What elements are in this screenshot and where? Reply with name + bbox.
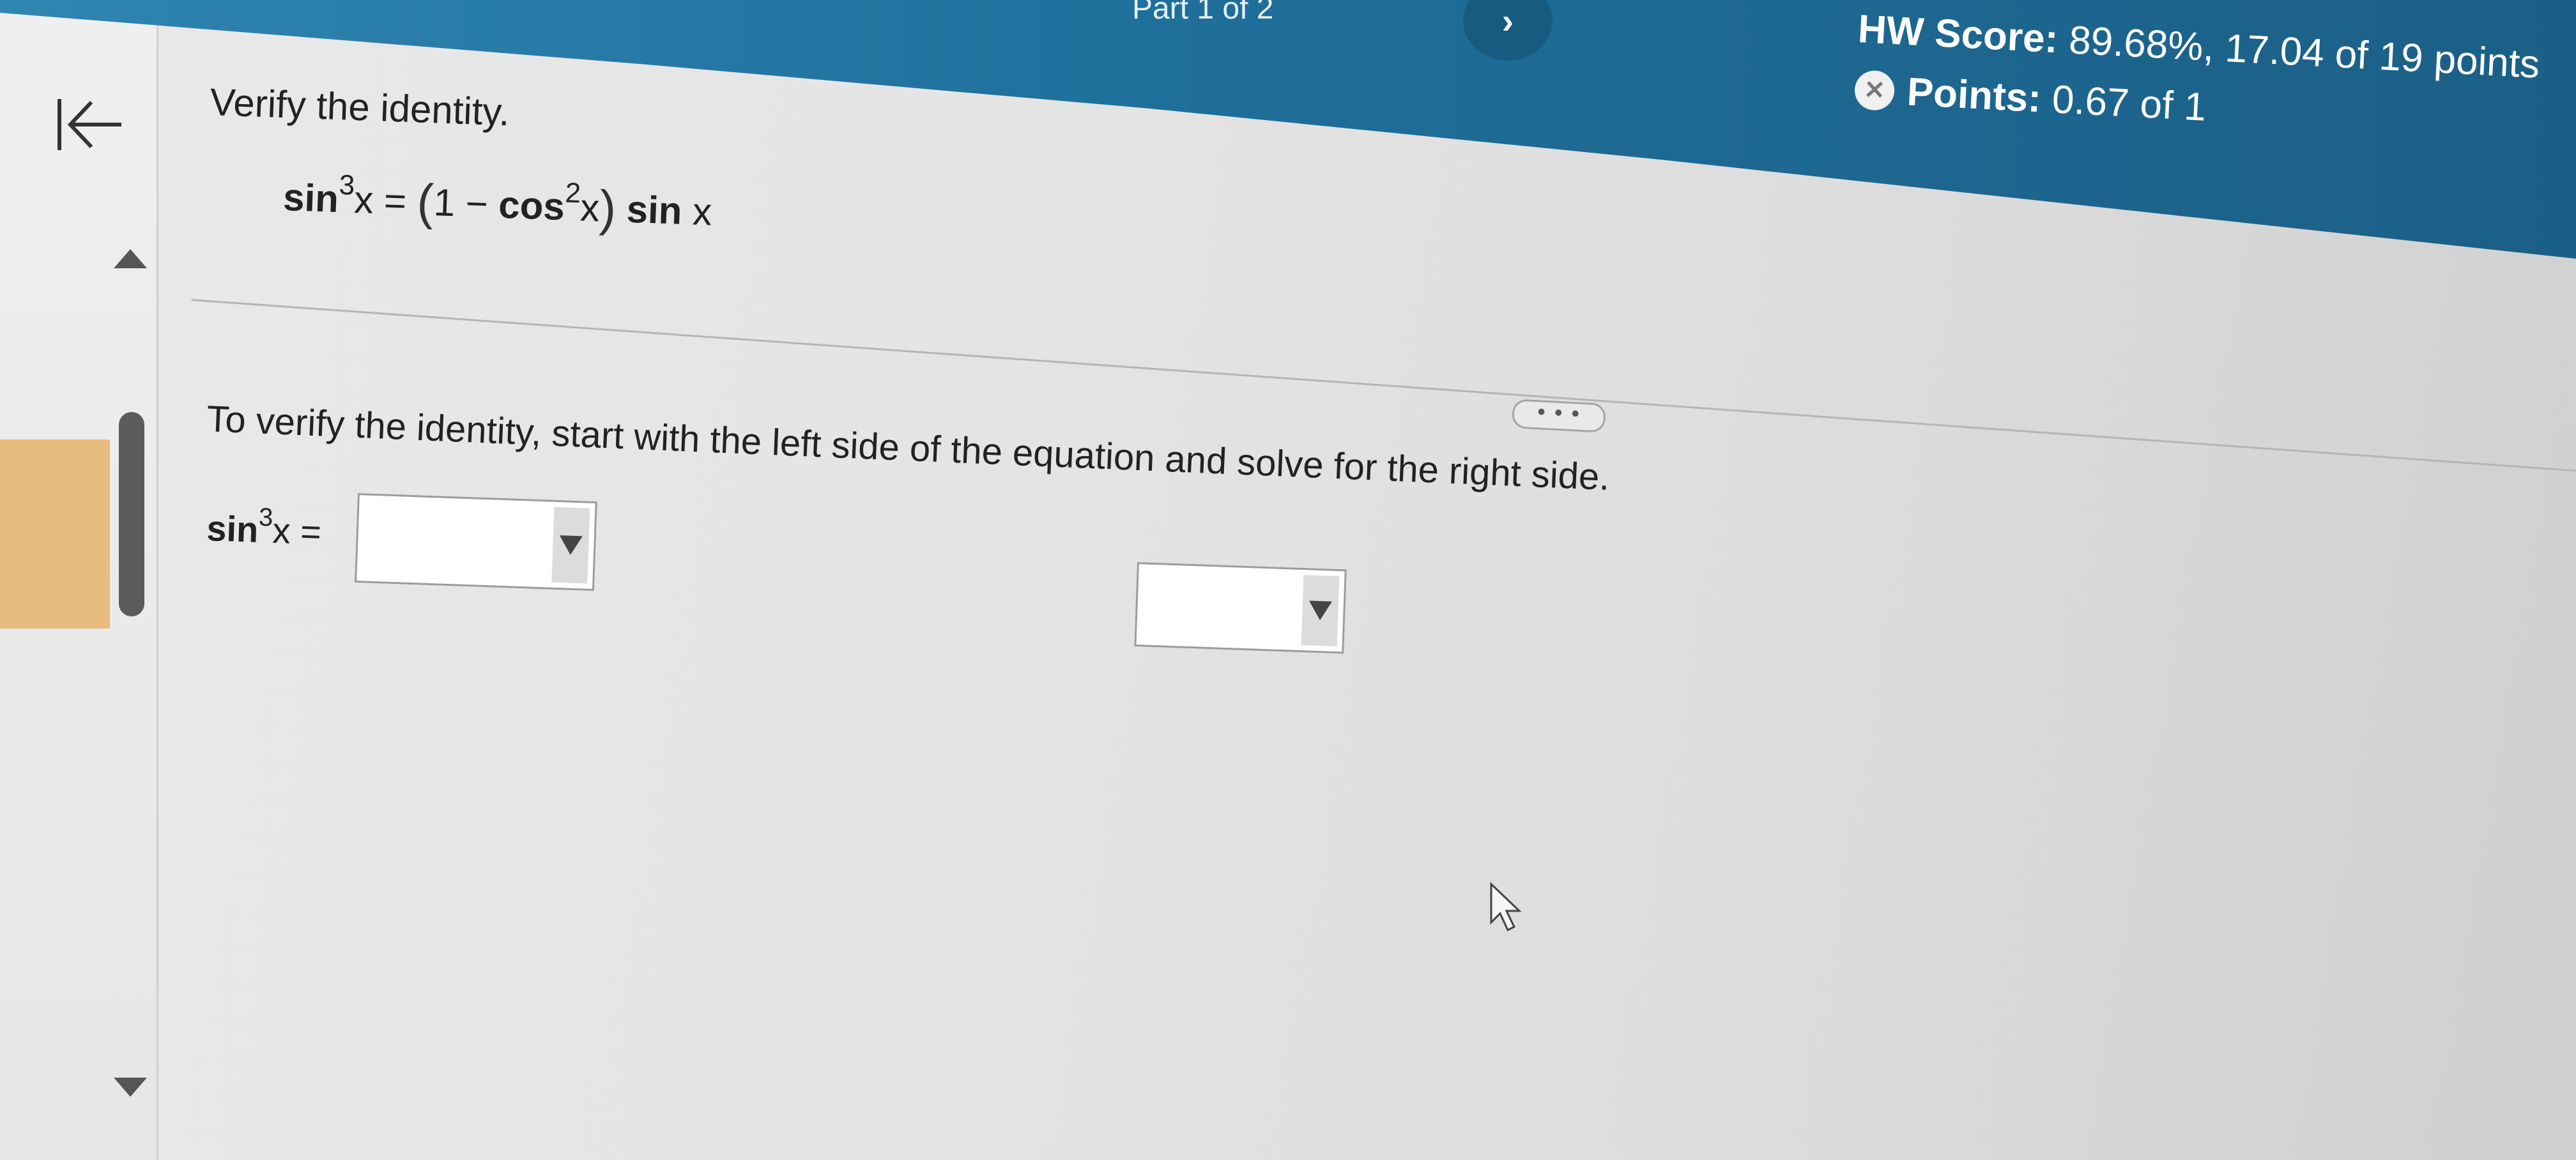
dropdown-arrow-icon[interactable]	[551, 507, 590, 584]
answer-dropdown-2[interactable]	[1134, 562, 1347, 654]
step-var: x	[272, 510, 291, 551]
step-lhs: sin3x =	[206, 501, 322, 553]
eq-cos-fn: cos	[498, 183, 565, 229]
eq-one-minus: 1 −	[433, 181, 500, 226]
dropdown-arrow-icon[interactable]	[1301, 575, 1340, 646]
scroll-down-arrow-icon[interactable]	[114, 1078, 147, 1097]
more-options-button[interactable]: • • •	[1511, 398, 1607, 433]
left-rail	[0, 0, 158, 1160]
step-fn: sin	[206, 507, 259, 550]
eq-lhs-exp: 3	[338, 169, 356, 201]
points-label: Points:	[1906, 70, 2043, 121]
step-equals: =	[289, 510, 322, 553]
scrollbar-thumb[interactable]	[119, 412, 144, 616]
partial-credit-icon: ✕	[1853, 69, 1896, 111]
part-label: Part 1 of 2	[1132, 0, 1274, 26]
eq-cos-exp: 2	[564, 177, 581, 210]
answer-dropdown-1[interactable]	[355, 493, 597, 591]
chevron-right-icon: ›	[1501, 1, 1514, 41]
identity-equation: sin3x = (1 − cos2x) sin x	[282, 167, 713, 241]
eq-lhs-fn: sin	[282, 175, 340, 220]
instruction-text: To verify the identity, start with the l…	[206, 397, 1611, 498]
eq-sin-fn: sin	[615, 187, 683, 233]
scroll-up-arrow-icon[interactable]	[114, 249, 147, 268]
points-value: 0.67 of 1	[2051, 77, 2207, 130]
eq-cos-var: x	[579, 186, 601, 230]
eq-close-paren: )	[598, 179, 617, 237]
step-exp: 3	[258, 503, 274, 532]
mouse-pointer-icon	[1490, 881, 1522, 932]
back-to-start-icon[interactable]	[54, 93, 125, 156]
question-title: Verify the identity.	[209, 80, 510, 134]
eq-sin-var: x	[681, 189, 713, 234]
eq-equals: =	[372, 178, 418, 224]
eq-open-paren: (	[416, 173, 435, 231]
eq-lhs-var: x	[353, 178, 374, 222]
progress-highlight	[0, 439, 110, 629]
